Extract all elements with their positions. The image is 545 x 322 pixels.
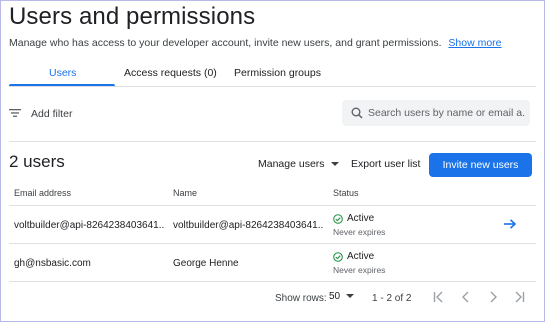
manage-users-button[interactable]: Manage users bbox=[258, 158, 339, 170]
page-title: Users and permissions bbox=[9, 3, 256, 30]
row-email: gh@nsbasic.com bbox=[14, 258, 91, 269]
search-box bbox=[342, 100, 530, 126]
first-page-icon[interactable] bbox=[432, 290, 446, 304]
search-icon bbox=[351, 107, 363, 119]
row-name: George Henne bbox=[173, 258, 239, 269]
search-input[interactable] bbox=[368, 104, 526, 122]
filter-icon[interactable] bbox=[9, 107, 21, 119]
show-more-link[interactable]: Show more bbox=[448, 37, 501, 49]
invite-new-users-button[interactable]: Invite new users bbox=[429, 153, 532, 177]
last-page-icon[interactable] bbox=[512, 290, 526, 304]
rows-per-page-value: 50 bbox=[329, 291, 341, 302]
page-range: 1 - 2 of 2 bbox=[372, 293, 412, 304]
show-rows-label: Show rows: bbox=[275, 293, 327, 304]
users-permissions-page: Users and permissions Manage who has acc… bbox=[0, 0, 545, 322]
tab-access-requests[interactable]: Access requests (0) bbox=[124, 67, 217, 79]
next-page-icon[interactable] bbox=[486, 290, 500, 304]
page-subtitle: Manage who has access to your developer … bbox=[9, 37, 502, 49]
chevron-down-icon bbox=[330, 162, 339, 167]
table-header: Email address Name Status bbox=[9, 183, 536, 206]
manage-users-label: Manage users bbox=[258, 158, 325, 170]
status-expiry: Never expires bbox=[333, 265, 386, 275]
status-label: Active bbox=[347, 213, 375, 224]
row-email: voltbuilder@api-8264238403641... bbox=[14, 220, 164, 231]
subtitle-text: Manage who has access to your developer … bbox=[9, 37, 442, 49]
filter-bar: Add filter bbox=[9, 87, 536, 142]
add-filter-button[interactable]: Add filter bbox=[31, 108, 72, 120]
pagination-bar: Show rows: 50 1 - 2 of 2 bbox=[9, 285, 536, 311]
previous-page-icon[interactable] bbox=[459, 290, 473, 304]
header-status: Status bbox=[333, 188, 359, 198]
export-user-list-button[interactable]: Export user list bbox=[351, 158, 420, 170]
row-name: voltbuilder@api-8264238403641... bbox=[173, 220, 323, 231]
check-circle-icon bbox=[333, 251, 343, 262]
users-table: Email address Name Status voltbuilder@ap… bbox=[9, 183, 536, 282]
chevron-down-icon bbox=[346, 294, 355, 299]
tab-users[interactable]: Users bbox=[49, 67, 76, 79]
tab-bar: Users Access requests (0) Permission gro… bbox=[9, 61, 536, 87]
row-status: Active Never expires bbox=[333, 251, 385, 275]
arrow-right-icon[interactable] bbox=[503, 218, 517, 230]
rows-per-page-select[interactable]: 50 bbox=[329, 291, 355, 302]
user-count: 2 users bbox=[9, 152, 65, 171]
row-status: Active Never expires bbox=[333, 213, 385, 237]
header-email: Email address bbox=[14, 188, 72, 198]
status-expiry: Never expires bbox=[333, 227, 386, 237]
status-label: Active bbox=[347, 251, 375, 262]
check-circle-icon bbox=[333, 213, 343, 224]
table-row[interactable]: gh@nsbasic.com George Henne Active Never… bbox=[9, 244, 536, 282]
tab-permission-groups[interactable]: Permission groups bbox=[234, 67, 321, 79]
table-row[interactable]: voltbuilder@api-8264238403641... voltbui… bbox=[9, 206, 536, 244]
header-name: Name bbox=[173, 188, 198, 198]
